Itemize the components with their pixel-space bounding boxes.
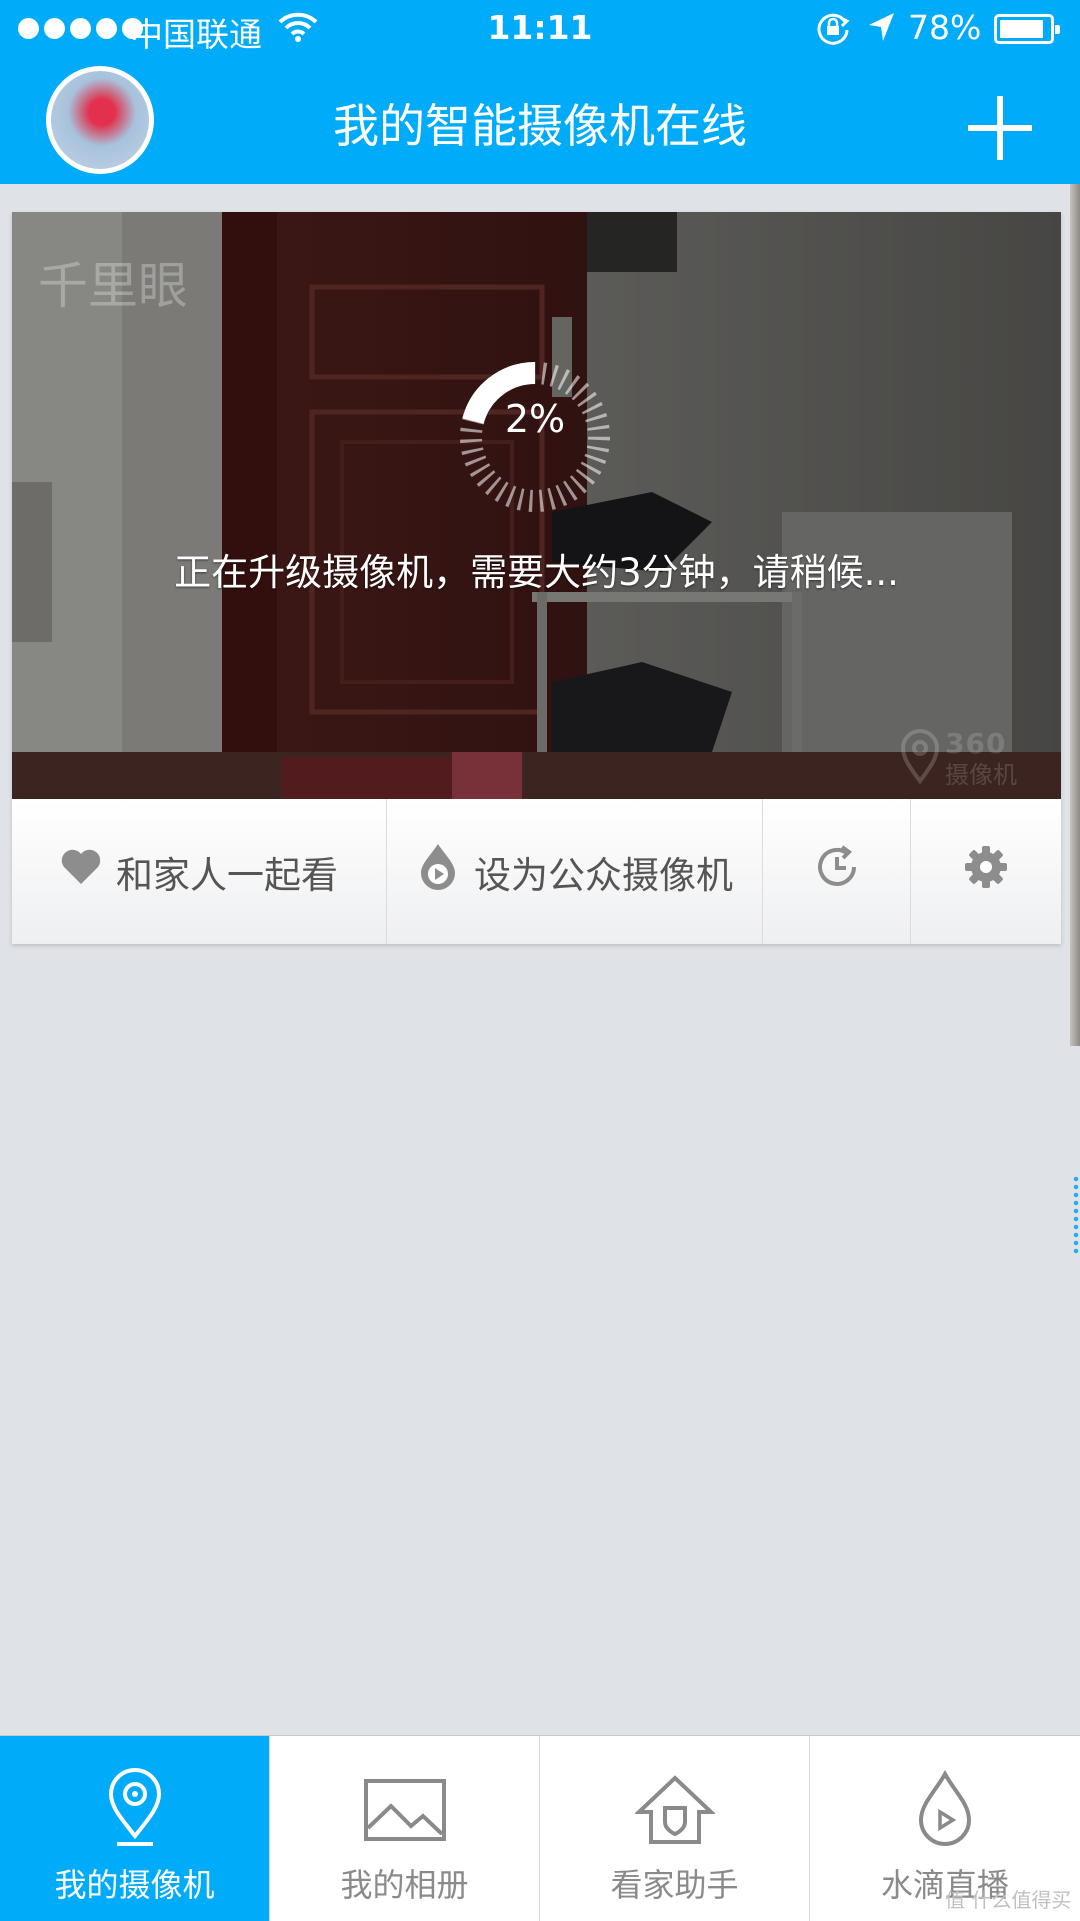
- tab-my-album[interactable]: 我的相册: [270, 1736, 540, 1921]
- bottom-tab-bar: 我的摄像机 我的相册 看家助手 水滴直播: [0, 1735, 1080, 1921]
- heart-icon: [60, 848, 102, 895]
- app-header: 中国联通 11:11 78% 我的智能摄像机在线: [0, 0, 1080, 184]
- 360-camera-watermark: 360 摄像机: [900, 727, 1040, 789]
- page-title: 我的智能摄像机在线: [333, 99, 747, 153]
- set-public-camera-button[interactable]: 设为公众摄像机: [387, 799, 763, 944]
- rotation-lock-icon: [815, 10, 851, 54]
- camera-settings-button[interactable]: [911, 799, 1061, 944]
- camera-action-bar: 和家人一起看 设为公众摄像机: [12, 799, 1061, 944]
- home-shield-icon: [634, 1768, 715, 1852]
- location-arrow-icon: [866, 10, 896, 52]
- location-pin-icon: [103, 1768, 167, 1852]
- tab-label: 我的相册: [340, 1866, 469, 1904]
- next-card-edge[interactable]: [1070, 184, 1080, 1046]
- location-pin-icon: [900, 729, 940, 785]
- tab-label: 看家助手: [610, 1866, 739, 1904]
- tab-my-cameras[interactable]: 我的摄像机: [0, 1736, 270, 1921]
- side-indicator: [1073, 1175, 1079, 1255]
- camera-preview[interactable]: 千里眼 2% 正在升级摄像机，需要大约3分钟，请稍候... 360 摄像机: [12, 212, 1061, 799]
- navigation-bar: 我的智能摄像机在线: [0, 60, 1080, 184]
- water-drop-play-icon: [915, 1768, 975, 1852]
- tab-home-assistant[interactable]: 看家助手: [540, 1736, 810, 1921]
- watermark-text: 摄像机: [945, 761, 1017, 789]
- status-bar: 中国联通 11:11 78%: [0, 0, 1080, 60]
- share-with-family-button[interactable]: 和家人一起看: [12, 799, 387, 944]
- upgrade-progress-percent: 2%: [504, 397, 566, 441]
- picture-icon: [363, 1768, 447, 1852]
- history-clock-icon: [813, 843, 861, 900]
- camera-name: 千里眼: [38, 257, 188, 315]
- set-public-camera-label: 设为公众摄像机: [474, 853, 733, 897]
- upgrade-status-message: 正在升级摄像机，需要大约3分钟，请稍候...: [174, 551, 899, 594]
- gear-icon: [964, 845, 1008, 898]
- tab-label: 我的摄像机: [54, 1866, 215, 1904]
- battery-percent: 78%: [908, 8, 982, 47]
- add-camera-button[interactable]: [962, 90, 1038, 166]
- battery-icon: [994, 14, 1060, 44]
- history-button[interactable]: [763, 799, 911, 944]
- site-watermark: 值 什么值得买: [945, 1888, 1072, 1912]
- plus-icon: [968, 96, 1032, 160]
- camera-card: 千里眼 2% 正在升级摄像机，需要大约3分钟，请稍候... 360 摄像机 和家…: [12, 212, 1061, 944]
- share-with-family-label: 和家人一起看: [116, 853, 338, 897]
- water-drop-play-icon: [416, 841, 460, 902]
